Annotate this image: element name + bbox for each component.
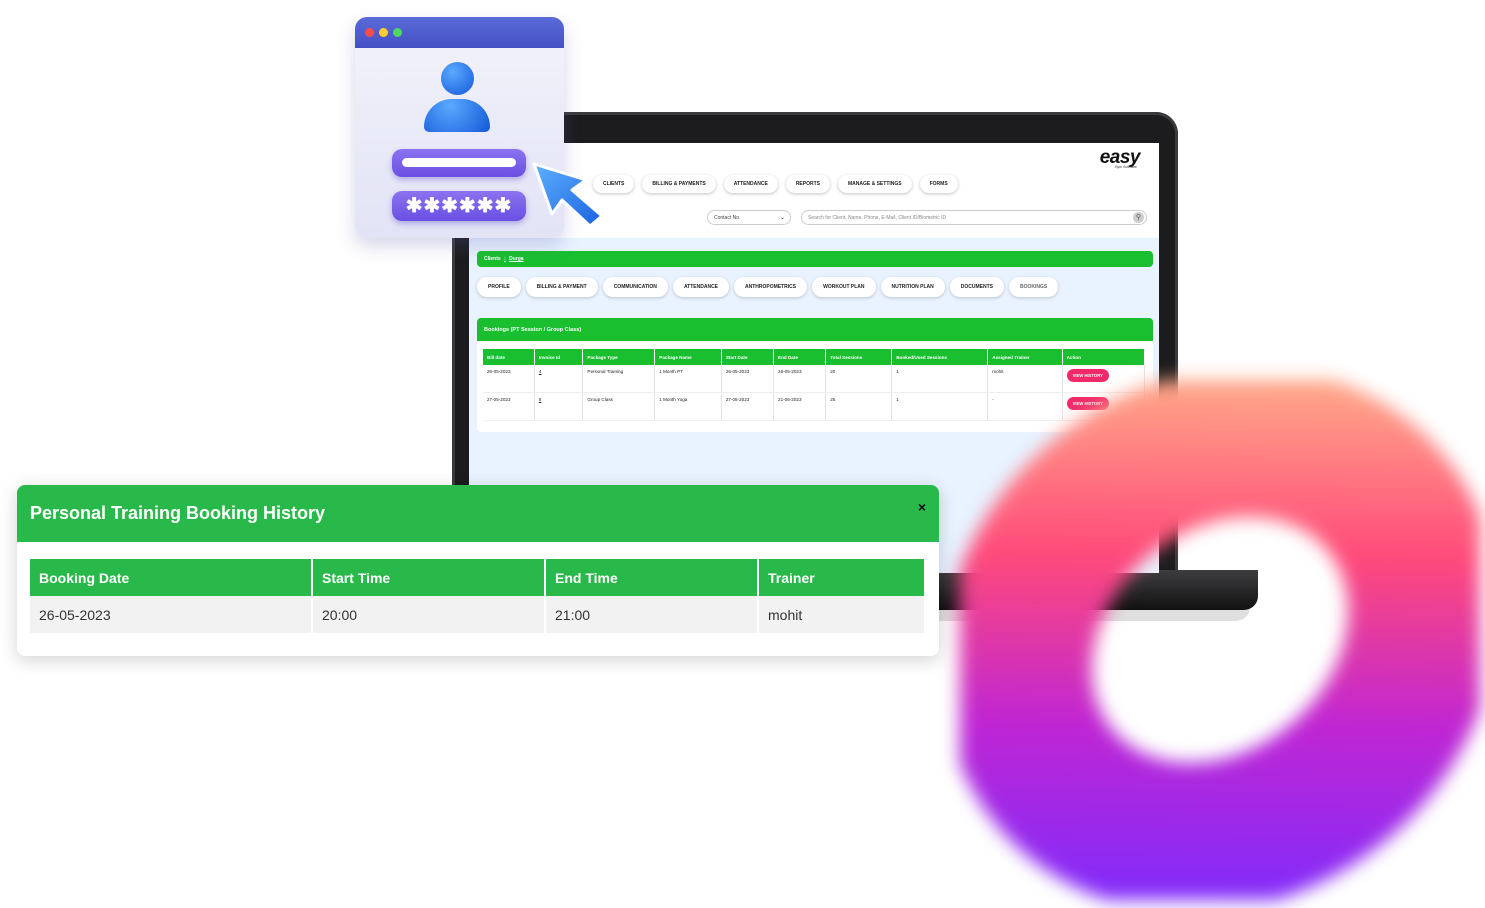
tab-anthropometrics[interactable]: ANTHROPOMETRICS: [734, 277, 808, 297]
chevron-down-icon: ⌄: [779, 215, 785, 221]
cell-end-date: 26-05-2023: [773, 365, 827, 393]
tab-profile[interactable]: PROFILE: [477, 277, 521, 297]
client-tabs: PROFILE BILLING & PAYMENT COMMUNICATION …: [477, 277, 1059, 297]
col-booked-sessions: Booked/Used Sessions: [891, 349, 989, 365]
cell-start-date: 27-05-2023: [721, 392, 775, 421]
breadcrumb-separator: :: [504, 256, 506, 262]
cell-end-time: 21:00: [545, 596, 759, 633]
tab-communication[interactable]: COMMUNICATION: [602, 277, 668, 297]
bookings-title: Bookings (PT Session / Group Class): [477, 318, 1153, 341]
nav-reports[interactable]: REPORTS: [785, 175, 830, 193]
search-type-select[interactable]: Contact No. ⌄: [707, 210, 791, 225]
col-total-sessions: Total Sessions: [825, 349, 893, 365]
cursor-arrow-icon: [532, 162, 604, 228]
password-field-illustration: ✱✱✱✱✱✱: [392, 191, 526, 221]
col-start-time: Start Time: [312, 559, 546, 596]
cell-bill-date: 26-05-2023: [483, 365, 535, 393]
booking-history-modal: Personal Training Booking History × Book…: [17, 485, 939, 656]
modal-title: Personal Training Booking History: [30, 503, 326, 523]
user-avatar-body-icon: [424, 99, 490, 132]
booking-history-table: Booking Date Start Time End Time Trainer…: [30, 559, 926, 633]
breadcrumb-current[interactable]: Durga: [509, 256, 523, 262]
window-titlebar: [355, 17, 564, 48]
window-close-dot: [365, 28, 374, 37]
cell-start-time: 20:00: [312, 596, 546, 633]
decorative-torus-graphic: [960, 380, 1480, 900]
nav-attendance[interactable]: ATTENDANCE: [723, 175, 778, 193]
col-invoice-id: Invoice Id: [534, 349, 584, 365]
history-header-row: Booking Date Start Time End Time Trainer: [30, 559, 926, 596]
tab-attendance[interactable]: ATTENDANCE: [672, 277, 730, 297]
breadcrumb-root[interactable]: Clients: [484, 256, 501, 262]
search-placeholder: Search for Client, Name, Phone, E-Mail, …: [808, 215, 947, 221]
breadcrumb: Clients : Durga: [477, 251, 1153, 267]
cell-package-type: Group Class: [582, 392, 656, 421]
cell-invoice-id: 5: [534, 392, 584, 421]
bookings-header-row: Bill date Invoice Id Package Type Packag…: [483, 349, 1146, 365]
search-icon[interactable]: ⚲: [1133, 212, 1144, 223]
nav-manage-settings[interactable]: MANAGE & SETTINGS: [837, 175, 912, 193]
cell-invoice-id: 4: [534, 365, 584, 393]
tab-documents[interactable]: DOCUMENTS: [949, 277, 1004, 297]
nav-billing-payments[interactable]: BILLING & PAYMENTS: [642, 175, 716, 193]
invoice-link[interactable]: 4: [539, 369, 542, 374]
nav-forms[interactable]: FORMS: [919, 175, 958, 193]
cell-package-name: 1 Month PT: [654, 365, 722, 393]
brand-logo-subtitle: Gym Software: [1114, 165, 1137, 169]
invoice-link[interactable]: 5: [539, 397, 542, 402]
col-end-date: End Date: [773, 349, 827, 365]
cell-package-name: 1 Month Yoga: [654, 392, 722, 421]
tab-billing-payment[interactable]: BILLING & PAYMENT: [525, 277, 598, 297]
col-booking-date: Booking Date: [30, 559, 313, 596]
cell-start-date: 26-05-2023: [721, 365, 775, 393]
cell-bill-date: 27-05-2023: [483, 392, 535, 421]
table-row: 26-05-2023 20:00 21:00 mohit: [30, 596, 926, 633]
tab-bookings[interactable]: BOOKINGS: [1009, 277, 1059, 297]
client-search-input[interactable]: Search for Client, Name, Phone, E-Mail, …: [801, 210, 1147, 225]
tab-nutrition-plan[interactable]: NUTRITION PLAN: [880, 277, 945, 297]
modal-header: Personal Training Booking History ×: [17, 485, 939, 542]
cell-total-sessions: 20: [825, 365, 893, 393]
username-field-illustration: [392, 149, 526, 177]
col-assigned-trainer: Assigned Trainer: [987, 349, 1063, 365]
col-end-time: End Time: [545, 559, 759, 596]
col-action: Action: [1062, 349, 1146, 365]
col-bill-date: Bill date: [483, 349, 535, 365]
window-minimize-dot: [379, 28, 388, 37]
cell-trainer: mohit: [758, 596, 926, 633]
tab-workout-plan[interactable]: WORKOUT PLAN: [812, 277, 876, 297]
cell-total-sessions: 25: [825, 392, 893, 421]
window-maximize-dot: [393, 28, 402, 37]
col-package-type: Package Type: [582, 349, 656, 365]
cell-package-type: Personal Training: [582, 365, 656, 393]
user-avatar-icon: [441, 62, 474, 95]
search-type-value: Contact No.: [714, 215, 741, 221]
col-package-name: Package Name: [654, 349, 722, 365]
cell-end-date: 21-06-2023: [773, 392, 827, 421]
col-trainer: Trainer: [758, 559, 926, 596]
close-icon[interactable]: ×: [918, 499, 926, 515]
cell-booking-date: 26-05-2023: [30, 596, 313, 633]
col-start-date: Start Date: [721, 349, 775, 365]
top-nav: CLIENTS BILLING & PAYMENTS ATTENDANCE RE…: [593, 175, 958, 193]
